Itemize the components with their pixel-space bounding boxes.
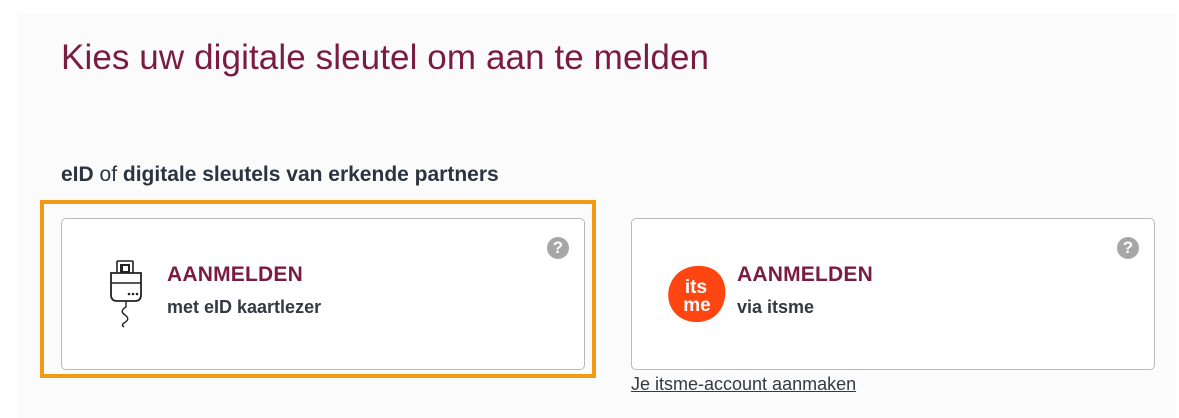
eid-help-icon[interactable]: ? xyxy=(547,237,569,259)
itsme-logo: its me xyxy=(666,259,728,329)
create-itsme-account-link[interactable]: Je itsme-account aanmaken xyxy=(631,374,856,395)
card-reader-icon xyxy=(96,259,158,329)
itsme-help-icon[interactable]: ? xyxy=(1117,237,1139,259)
itsme-login-subtitle: via itsme xyxy=(737,297,815,317)
section-heading-eid: eID xyxy=(61,163,94,186)
itsme-logo-text-bottom: me xyxy=(683,295,710,316)
page-title: Kies uw digitale sleutel om aan te melde… xyxy=(61,38,710,77)
section-heading-connector: of xyxy=(93,163,123,186)
section-heading-partners: digitale sleutels van erkende partners xyxy=(122,163,499,186)
eid-login-button[interactable]: AANMELDEN met eID kaartlezer ? xyxy=(61,218,585,370)
eid-login-title: AANMELDEN xyxy=(167,263,303,286)
section-heading: eID of digitale sleutels van erkende par… xyxy=(61,163,499,187)
itsme-login-button[interactable]: its me AANMELDEN via itsme ? xyxy=(631,218,1155,370)
eid-login-subtitle: met eID kaartlezer xyxy=(167,297,322,317)
itsme-login-title: AANMELDEN xyxy=(737,263,873,286)
